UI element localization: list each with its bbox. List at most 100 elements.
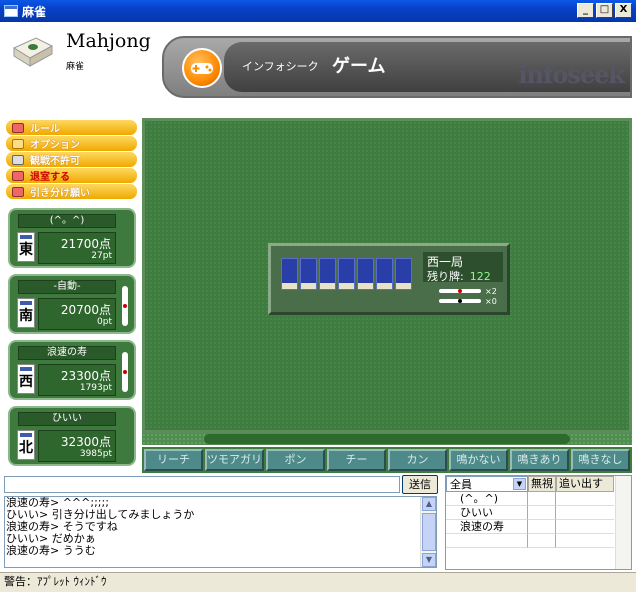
player-score: 32300点 — [60, 435, 111, 449]
riichi-stick-icon — [439, 289, 481, 293]
close-button[interactable]: X — [615, 3, 632, 18]
riichi-indicator — [122, 286, 128, 326]
kick-checkbox[interactable] — [556, 506, 614, 520]
header-banner: インフォシーク ゲーム infoseek — [162, 36, 632, 98]
player-points: 3985pt — [79, 449, 112, 459]
round-info: 西一局 残り牌: 122 — [423, 252, 503, 283]
no-call-button[interactable]: 鳴かない — [449, 449, 508, 471]
mahjong-table[interactable]: 西一局 残り牌: 122 ×2 ×0 — [142, 118, 632, 433]
player-points: 0pt — [97, 317, 112, 327]
chat-log: 浪速の寿> ^^^;;;;; ひいい> 引き分け出してみましょうか 浪速の寿> … — [4, 496, 437, 568]
wall-tile — [281, 258, 298, 290]
riichi-indicator — [122, 352, 128, 392]
flag-icon — [12, 186, 24, 197]
wall-tile — [357, 258, 374, 290]
player-panel-north: ひいい 北 32300点 3985pt — [8, 406, 136, 466]
menu-request-draw[interactable]: 引き分け願い — [6, 184, 137, 199]
minimize-button[interactable]: _ — [577, 3, 594, 18]
wall-tile — [300, 258, 317, 290]
hundred-stick-counter: ×0 — [439, 296, 497, 306]
riichi-stick-counter: ×2 — [439, 286, 497, 296]
title-bar: 麻雀 _ □ X — [0, 0, 636, 22]
kick-checkbox[interactable] — [556, 520, 614, 534]
call-off-button[interactable]: 鳴きなし — [571, 449, 630, 471]
ignore-column-header: 無視 — [528, 476, 556, 492]
mahjong-tile-logo — [12, 37, 54, 67]
hundred-stick-icon — [439, 299, 481, 303]
call-on-button[interactable]: 鳴きあり — [510, 449, 569, 471]
user-list-scrollbar[interactable] — [615, 476, 631, 569]
action-bar: リーチ ツモアガリ ポン チー カン 鳴かない 鳴きあり 鳴きなし — [142, 447, 632, 473]
chi-button[interactable]: チー — [327, 449, 386, 471]
player-score: 23300点 — [60, 369, 111, 383]
chat-scrollbar[interactable]: ▲ ▼ — [420, 497, 436, 567]
brand-label: インフォシーク — [242, 60, 319, 73]
wall-tile — [319, 258, 336, 290]
player-panel-south: -自動- 南 20700点 0pt — [8, 274, 136, 334]
tsumo-button[interactable]: ツモアガリ — [205, 449, 264, 471]
player-score: 21700点 — [60, 237, 111, 251]
user-row-empty — [446, 534, 631, 548]
menu-leave-room[interactable]: 退室する — [6, 168, 137, 183]
remaining-tiles-label: 残り牌: — [427, 270, 464, 283]
player-points: 27pt — [91, 251, 112, 261]
ignore-checkbox[interactable] — [528, 506, 556, 520]
kick-checkbox[interactable] — [556, 492, 614, 506]
riichi-button[interactable]: リーチ — [144, 449, 203, 471]
player-name: (^。^) — [18, 214, 116, 228]
player-name: -自動- — [18, 280, 116, 294]
scroll-up-icon[interactable]: ▲ — [422, 497, 436, 511]
wall-tile — [338, 258, 355, 290]
wall-tile — [395, 258, 412, 290]
player-name: ひいい — [18, 412, 116, 426]
infoseek-logo[interactable]: infoseek — [518, 60, 625, 89]
window-icon — [4, 5, 18, 17]
player-panel-east: (^。^) 東 21700点 27pt — [8, 208, 136, 268]
rules-icon — [12, 122, 24, 133]
lock-icon — [12, 154, 24, 165]
user-row[interactable]: (^。^) — [446, 492, 631, 506]
kan-button[interactable]: カン — [388, 449, 447, 471]
ignore-checkbox[interactable] — [528, 492, 556, 506]
maximize-button[interactable]: □ — [596, 3, 613, 18]
table-scrollbar[interactable] — [142, 433, 632, 445]
chevron-down-icon[interactable]: ▼ — [513, 478, 526, 490]
menu-rules[interactable]: ルール — [6, 120, 137, 135]
pon-button[interactable]: ポン — [266, 449, 325, 471]
player-score: 20700点 — [60, 303, 111, 317]
menu-options[interactable]: オプション — [6, 136, 137, 151]
seat-wind-tile: 西 — [17, 364, 35, 394]
remaining-tiles-count: 122 — [469, 270, 491, 283]
app-title: Mahjong — [66, 30, 151, 52]
scrollbar-thumb[interactable] — [422, 513, 436, 551]
status-bar: 警告：ｱﾌﾟﾚｯﾄ ｳｨﾝﾄﾞｳ — [0, 572, 636, 592]
send-button[interactable]: 送信 — [402, 475, 438, 494]
menu-no-spectators[interactable]: 観戦不許可 — [6, 152, 137, 167]
kick-column-header: 追い出す — [556, 476, 614, 492]
player-points: 1793pt — [79, 383, 112, 393]
chat-input[interactable] — [4, 476, 400, 493]
user-list: 全員 ▼ 無視 追い出す (^。^) ひいい 浪速の寿 — [445, 475, 632, 570]
seat-wind-tile: 東 — [17, 232, 35, 262]
chat-line: 浪速の寿> ううむ — [6, 544, 96, 557]
seat-wind-tile: 南 — [17, 298, 35, 328]
game-menu: ルール オプション 観戦不許可 退室する 引き分け願い — [6, 120, 137, 200]
gamepad-icon — [182, 48, 222, 88]
player-panel-west: 浪速の寿 西 23300点 1793pt — [8, 340, 136, 400]
center-info-panel: 西一局 残り牌: 122 ×2 ×0 — [268, 243, 510, 315]
section-label: ゲーム — [332, 56, 386, 77]
scrollbar-thumb[interactable] — [204, 434, 570, 444]
window-title: 麻雀 — [22, 4, 47, 19]
ignore-checkbox[interactable] — [528, 520, 556, 534]
scroll-down-icon[interactable]: ▼ — [422, 553, 436, 567]
dead-wall — [281, 258, 412, 290]
user-row[interactable]: 浪速の寿 — [446, 520, 631, 534]
wall-tile — [376, 258, 393, 290]
app-subtitle: 麻雀 — [66, 62, 85, 72]
exit-icon — [12, 170, 24, 181]
user-filter-select[interactable]: 全員 ▼ — [446, 476, 528, 492]
folder-icon — [12, 138, 24, 149]
user-row[interactable]: ひいい — [446, 506, 631, 520]
seat-wind-tile: 北 — [17, 430, 35, 460]
player-name: 浪速の寿 — [18, 346, 116, 360]
